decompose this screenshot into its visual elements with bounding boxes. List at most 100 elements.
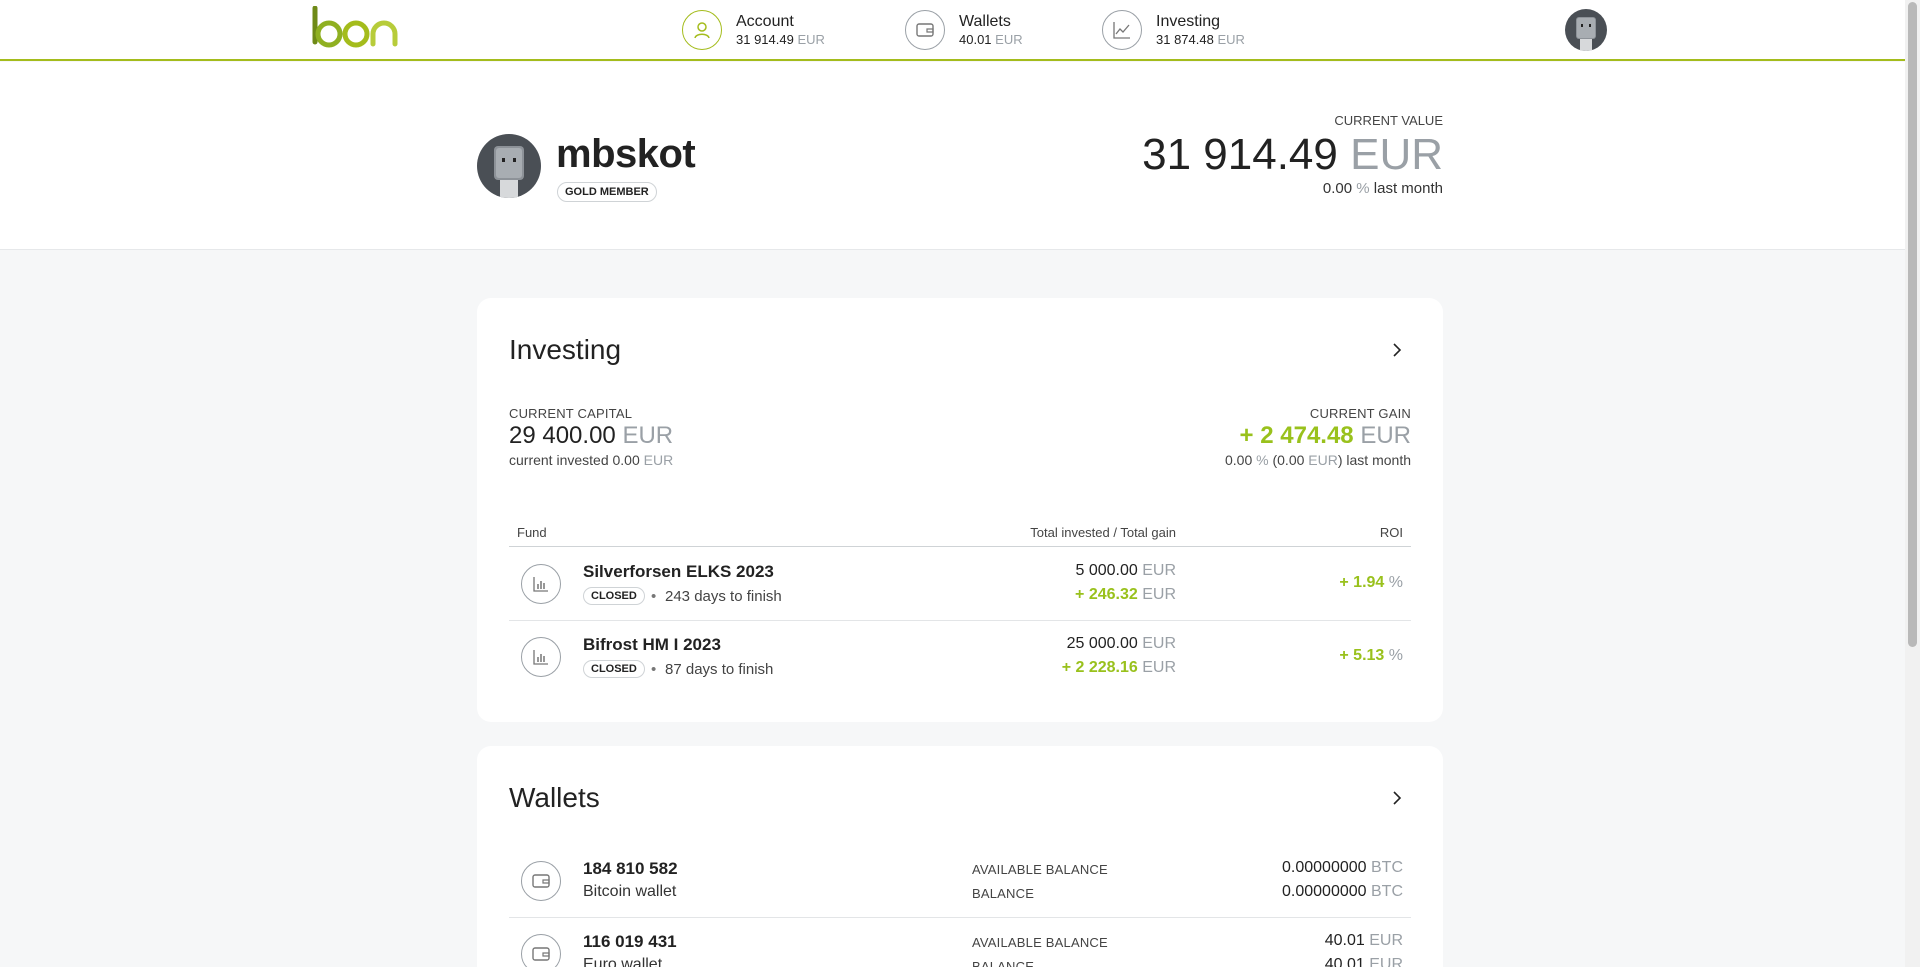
change-suffix: last month [1373,180,1443,197]
available-unit: BTC [1371,859,1403,876]
capital-amount: 29 400.00 [509,422,616,449]
fund-gain: + 246.32 EUR [1075,586,1176,604]
wallet-icon [521,861,561,901]
nav-wallets-label: Wallets [959,12,1011,30]
scrollbar-thumb[interactable] [1908,2,1917,647]
invested-amount: 25 000.00 [1066,635,1138,652]
gain-unit: EUR [1360,422,1411,449]
wallet-number: 184 810 582 [583,859,678,878]
gain-close: ) [1337,452,1343,468]
fund-invested: 5 000.00 EUR [1075,562,1176,580]
chevron-right-icon[interactable] [1387,788,1407,808]
chevron-right-icon[interactable] [1387,340,1407,360]
balance-unit: EUR [1369,956,1403,967]
membership-badge: GOLD MEMBER [557,182,657,202]
roi-value: + 1.94 [1339,574,1385,591]
separator-dot: • [651,588,657,605]
fund-roi: + 5.13 % [1339,647,1403,665]
invested-value: 0.00 [612,452,640,468]
investing-card: Investing CURRENT CAPITAL 29 400.00 EUR … [477,298,1443,722]
available-balance: 40.01 EUR [1325,932,1403,950]
fund-gain: + 2 228.16 EUR [1062,659,1176,677]
current-value-amount: 31 914.49 [1142,130,1338,179]
invested-unit: EUR [643,452,674,468]
gain-amount: + 2 474.48 [1239,422,1354,449]
balance-label: BALANCE [972,959,1035,967]
bar-chart-icon [521,564,561,604]
current-value-label: CURRENT VALUE [1334,113,1443,128]
wallets-card: Wallets 184 810 582 Bitcoin wallet AVAIL… [477,746,1443,967]
brand-logo[interactable] [311,6,407,50]
nav-account-value: 31 914.49 [736,31,794,47]
gain-unit: EUR [1142,659,1176,676]
top-navigation-bar: Account 31 914.49 EUR Wallets 40.01 EUR … [0,0,1905,61]
fund-name: Bifrost HM I 2023 [583,635,721,654]
available-balance: 0.00000000 BTC [1282,859,1403,877]
roi-unit: % [1388,647,1403,664]
roi-unit: % [1388,574,1403,591]
wallets-title: Wallets [509,782,600,813]
gain-unit: EUR [1142,586,1176,603]
nav-investing-value: 31 874.48 [1156,31,1214,47]
current-invested: current invested 0.00 EUR [509,452,673,468]
gain-pct-unit: % [1256,452,1269,468]
change-value: 0.00 [1322,180,1353,197]
nav-investing[interactable]: Investing 31 874.48 EUR [1102,10,1245,50]
capital-label: CURRENT CAPITAL [509,406,633,421]
col-roi: ROI [1379,525,1403,540]
capital-unit: EUR [622,422,674,449]
gain-abs-unit: EUR [1308,452,1338,468]
nav-wallets[interactable]: Wallets 40.01 EUR [905,10,1023,50]
profile-header: mbskot GOLD MEMBER CURRENT VALUE 31 914.… [0,62,1905,250]
gain-pct: 0.00 [1224,452,1253,468]
fund-invested: 25 000.00 EUR [1067,635,1176,653]
balance-amount: 40.01 [1324,956,1365,967]
status-badge: CLOSED [583,660,645,678]
avatar [477,134,541,198]
invested-amount: 5 000.00 [1075,562,1138,579]
available-balance-label: AVAILABLE BALANCE [972,862,1108,877]
wallet-icon [905,10,945,50]
table-header-divider [509,546,1411,547]
balance: 40.01 EUR [1325,956,1403,967]
balance: 0.00000000 BTC [1282,883,1403,901]
nav-wallets-value: 40.01 [959,31,992,47]
col-fund: Fund [517,525,547,540]
gain-label: CURRENT GAIN [1309,406,1411,421]
nav-account-unit: EUR [797,31,825,47]
balance-unit: BTC [1371,883,1403,900]
days-to-finish: 87 days to finish [665,661,774,678]
gain-amount: + 2 228.16 [1061,659,1138,676]
wallet-type: Euro wallet [583,956,663,967]
current-value: 31 914.49 EUR [1142,130,1443,180]
invested-unit: EUR [1142,562,1176,579]
wallet-icon [521,934,561,967]
fund-roi: + 1.94 % [1339,574,1403,592]
fund-name: Silverforsen ELKS 2023 [583,562,774,581]
balance-amount: 0.00000000 [1282,883,1367,900]
gain-amount: + 246.32 [1075,586,1138,603]
available-amount: 40.01 [1324,932,1365,949]
username: mbskot [556,132,696,176]
balance-label: BALANCE [972,886,1035,901]
days-to-finish: 243 days to finish [665,588,782,605]
invested-prefix: current invested [509,452,609,468]
change-unit: % [1356,180,1370,197]
available-unit: EUR [1369,932,1403,949]
nav-investing-label: Investing [1156,12,1221,30]
gain-change: 0.00 % (0.00 EUR) last month [1225,452,1411,468]
gain-abs: 0.00 [1277,452,1305,468]
user-icon [682,10,722,50]
user-avatar-menu[interactable] [1565,9,1607,51]
gain-suffix: last month [1346,452,1411,468]
gain-value: + 2 474.48 EUR [1240,422,1411,450]
row-divider [509,620,1411,621]
nav-account[interactable]: Account 31 914.49 EUR [682,10,825,50]
invested-unit: EUR [1142,635,1176,652]
row-divider [509,917,1411,918]
separator-dot: • [651,661,657,678]
capital-value: 29 400.00 EUR [509,422,673,450]
current-value-change: 0.00 % last month [1323,180,1443,197]
nav-investing-unit: EUR [1217,31,1245,47]
available-balance-label: AVAILABLE BALANCE [972,935,1108,950]
